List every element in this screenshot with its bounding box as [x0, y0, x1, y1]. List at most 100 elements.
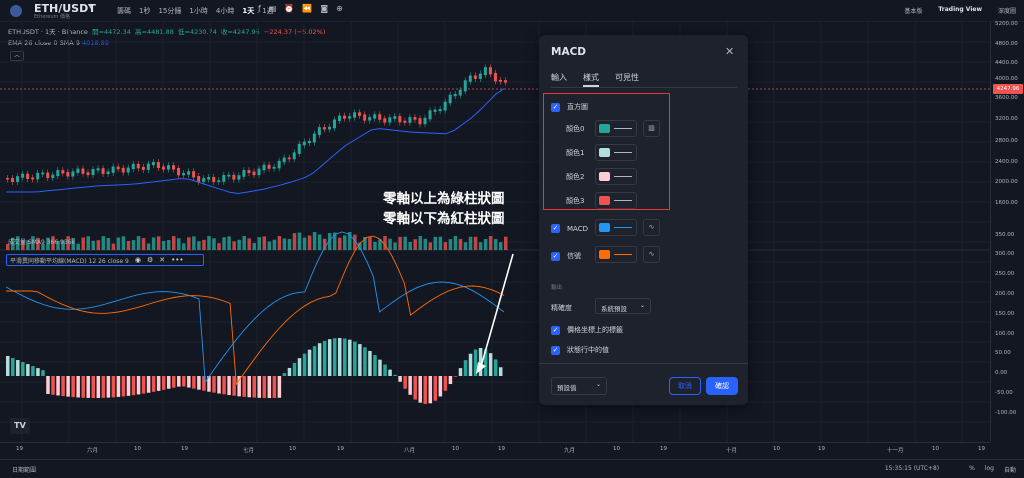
date-range-button[interactable]: 日期範圍: [12, 465, 36, 474]
status-line-value-checkbox[interactable]: ✓: [551, 345, 560, 355]
macd-line-row[interactable]: ✓ MACD: [551, 224, 588, 233]
volume-bar: [343, 235, 347, 250]
histogram-bar: [343, 338, 347, 376]
macd-line: [614, 227, 632, 228]
eye-icon[interactable]: ◉: [135, 256, 141, 264]
settings-icon[interactable]: ⚙: [147, 256, 153, 264]
chart-canvas[interactable]: [0, 22, 990, 442]
candle-body: [443, 101, 447, 111]
volume-bar: [126, 240, 131, 250]
toolbar-icons: ƒ ▤ ⏰ ⏪ ◙ ⊕: [258, 4, 343, 13]
replay-icon[interactable]: ⏪: [302, 4, 312, 13]
macd-color-picker[interactable]: [595, 219, 637, 236]
volume-bar: [267, 241, 272, 250]
layout-icon[interactable]: ▤: [269, 4, 277, 13]
volume-bar: [187, 237, 191, 250]
timeframe-item[interactable]: 15分鐘: [158, 6, 181, 16]
tab-inputs[interactable]: 輸入: [551, 72, 567, 87]
alert-icon[interactable]: ⏰: [284, 4, 294, 13]
candle-body: [36, 172, 40, 180]
cancel-button[interactable]: 取消: [669, 377, 701, 395]
tab-visibility[interactable]: 可見性: [615, 72, 639, 87]
tradingview-tab[interactable]: Trading View: [938, 6, 982, 15]
output-section-label: 輸出: [551, 285, 563, 291]
volume-legend: 成交量 SMA9 366.936k: [8, 239, 76, 246]
precision-label: 精確度: [551, 304, 572, 312]
macd-line-style-icon[interactable]: ∿: [643, 219, 660, 236]
percent-toggle[interactable]: %: [969, 465, 975, 474]
timeframe-item[interactable]: 籌碼: [117, 6, 131, 16]
candle-body: [197, 176, 201, 182]
status-line-value-row[interactable]: ✓ 狀態行中的值: [551, 345, 609, 355]
volume-bar: [202, 239, 206, 250]
candle-body: [172, 165, 175, 170]
volume-bar: [151, 237, 156, 250]
signal-line-checkbox[interactable]: ✓: [551, 251, 560, 261]
tab-style[interactable]: 樣式: [583, 72, 599, 87]
y-tick-label: 3200.00: [995, 116, 1018, 122]
histogram-bar: [126, 376, 131, 396]
macd-legend[interactable]: 平滑異同移動平均線(MACD) 12 26 close 9 ◉ ⚙ ✕ •••: [6, 254, 204, 266]
signal-color-picker[interactable]: [595, 246, 637, 263]
bottom-right-controls: 15:35:15 (UTC+8) % log 自動: [885, 465, 1016, 474]
timezone-display[interactable]: 15:35:15 (UTC+8): [885, 465, 939, 474]
timeframe-item-active[interactable]: 1天: [242, 6, 254, 16]
timeframe-item[interactable]: 1小時: [189, 6, 207, 16]
histogram-bar: [312, 346, 317, 376]
preset-select[interactable]: 預設值 ⌄: [551, 377, 607, 395]
histogram-bar: [141, 376, 146, 394]
candle-body: [247, 170, 251, 174]
histogram-bar: [217, 376, 221, 394]
volume-bar: [136, 236, 141, 250]
volume-bar: [504, 236, 508, 250]
ema-line: [6, 88, 505, 195]
ok-button[interactable]: 確認: [706, 377, 738, 395]
camera-icon[interactable]: ◙: [320, 4, 328, 13]
candle-body: [262, 164, 266, 171]
volume-bar: [172, 236, 176, 250]
histogram-bar: [428, 376, 433, 404]
price-scale-label-row[interactable]: ✓ 價格坐標上的標籤: [551, 325, 623, 335]
histogram-bar: [182, 376, 186, 387]
auto-toggle[interactable]: 自動: [1004, 465, 1016, 474]
histogram-bar: [51, 376, 55, 395]
symbol-subtitle: Ethereum 價格: [34, 14, 71, 20]
candle-body: [373, 114, 377, 119]
y-tick-label: 300.00: [995, 251, 1015, 257]
dialog-close-icon[interactable]: ✕: [725, 45, 734, 58]
y-tick-label: 4800.00: [995, 41, 1018, 47]
basic-view-tab[interactable]: 基本版: [904, 6, 922, 15]
signal-line-row[interactable]: ✓ 信號: [551, 251, 581, 261]
histogram-bar: [398, 376, 402, 382]
histogram-bar: [332, 338, 337, 376]
volume-bar: [478, 242, 483, 250]
y-tick-label: 250.00: [995, 271, 1015, 277]
timeframe-item[interactable]: 1秒: [139, 6, 150, 16]
add-icon[interactable]: ⊕: [336, 4, 343, 13]
x-tick-label: 19: [978, 446, 985, 452]
time-axis[interactable]: 19 六月 10 19 七月 10 19 八月 10 19 九月 10 19 十月 10 19 十一月 10 19: [0, 442, 990, 456]
candle-body: [56, 170, 60, 177]
histogram-bar: [101, 376, 106, 398]
macd-line-checkbox[interactable]: ✓: [551, 224, 560, 233]
precision-select[interactable]: 系統預設 ⌄: [595, 298, 651, 314]
symbol-dropdown-icon[interactable]: ▾: [89, 3, 93, 11]
histogram-bar: [46, 376, 50, 394]
candle-body: [418, 118, 422, 125]
price-scale-label-checkbox[interactable]: ✓: [551, 325, 560, 335]
macd-line-label: MACD: [567, 224, 588, 233]
histogram-bar: [136, 376, 141, 395]
log-toggle[interactable]: log: [985, 465, 994, 474]
candle-body: [363, 114, 367, 121]
timeframe-item[interactable]: 4小時: [216, 6, 234, 16]
candle-body: [86, 172, 90, 176]
signal-line-style-icon[interactable]: ∿: [643, 246, 660, 263]
depth-chart-tab[interactable]: 深度圖: [998, 6, 1016, 15]
more-icon[interactable]: •••: [171, 256, 183, 264]
y-tick-label: 150.00: [995, 311, 1015, 317]
volume-bar: [423, 238, 428, 250]
close-icon[interactable]: ✕: [159, 256, 165, 264]
volume-bar: [146, 243, 151, 250]
candle-body: [217, 180, 221, 183]
indicators-icon[interactable]: ƒ: [258, 4, 261, 13]
